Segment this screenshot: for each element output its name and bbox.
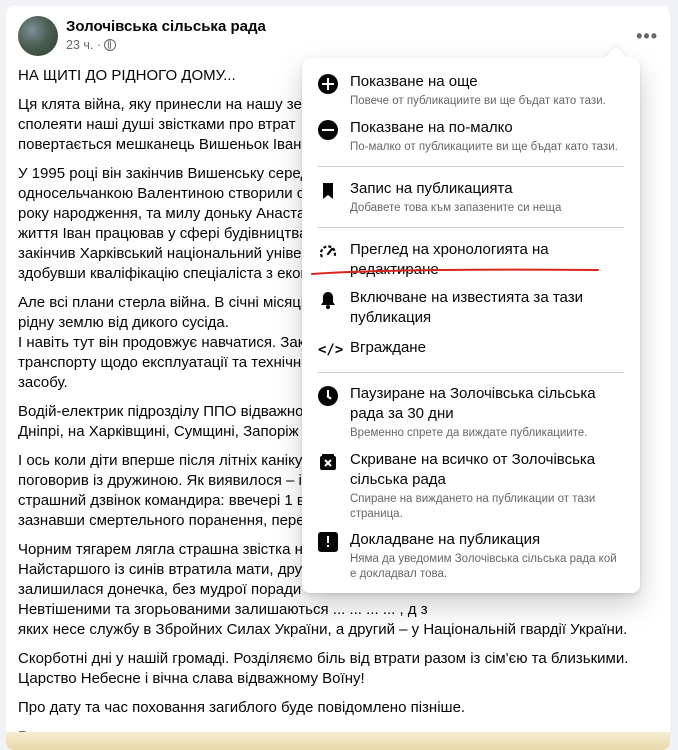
- menu-item-save-post[interactable]: Запис на публикацията Добавете това към …: [310, 179, 632, 216]
- menu-item-subtitle: Временно спрете да виждате публикациите.: [350, 427, 588, 439]
- plus-circle-icon: [318, 74, 338, 94]
- menu-divider: [318, 227, 624, 228]
- menu-divider: [318, 166, 624, 167]
- menu-item-subtitle: По-малко от публикациите ви ще бъдат кат…: [350, 141, 618, 153]
- menu-item-report[interactable]: Докладване на публикация Няма да уведоми…: [310, 530, 632, 582]
- post-header: Золочівська сільська рада 23 ч. · •••: [18, 16, 658, 60]
- bookmark-icon: [318, 181, 338, 201]
- post-author[interactable]: Золочівська сільська рада: [66, 18, 266, 35]
- post-time[interactable]: 23 ч. ·: [66, 38, 101, 52]
- menu-item-show-less[interactable]: Показване на по-малко По-малко от публик…: [310, 118, 632, 155]
- code-icon: </>: [318, 342, 344, 358]
- menu-item-hide-all[interactable]: Скриване на всичко от Золочівська сільсь…: [310, 450, 632, 522]
- bell-icon: [318, 290, 338, 310]
- menu-item-title: Докладване на публикация: [350, 531, 541, 548]
- minus-circle-icon: [318, 120, 338, 140]
- menu-item-subtitle: Няма да уведомим Золочівська сільська ра…: [350, 553, 617, 580]
- post-paragraph: Про дату та час поховання загиблого буде…: [18, 699, 466, 716]
- menu-item-title: Показване на още: [350, 73, 478, 90]
- menu-item-notifications[interactable]: Включване на известията за тази публикац…: [310, 288, 632, 328]
- hide-all-icon: [318, 452, 338, 472]
- menu-item-show-more[interactable]: Показване на още Повече от публикациите …: [310, 72, 632, 109]
- menu-item-subtitle: Добавете това към запазените си неща: [350, 202, 562, 214]
- post-image-preview[interactable]: [6, 732, 670, 750]
- menu-item-title: Паузиране на Золочівська сільська рада з…: [350, 385, 596, 422]
- menu-item-snooze[interactable]: Паузиране на Золочівська сільська рада з…: [310, 384, 632, 441]
- menu-item-subtitle: Спиране на виждането на публикации от та…: [350, 493, 596, 520]
- menu-item-embed[interactable]: </> Вграждане: [310, 338, 632, 360]
- menu-divider: [318, 372, 624, 373]
- clock-icon: [318, 386, 338, 406]
- post-options-menu: Показване на още Повече от публикациите …: [302, 58, 640, 593]
- report-icon: [318, 532, 338, 552]
- menu-item-subtitle: Повече от публикациите ви ще бъдат като …: [350, 95, 606, 107]
- menu-item-title: Скриване на всичко от Золочівська сільсь…: [350, 451, 596, 488]
- globe-icon: [104, 39, 116, 51]
- page-avatar[interactable]: [18, 16, 58, 56]
- menu-item-title: Вграждане: [350, 339, 426, 356]
- post-meta: 23 ч. ·: [66, 38, 116, 52]
- menu-item-title: Запис на публикацията: [350, 180, 513, 197]
- menu-item-title: Показване на по-малко: [350, 119, 513, 136]
- red-annotation-underline: [311, 268, 599, 275]
- more-options-button[interactable]: •••: [636, 26, 658, 47]
- post-paragraph: Скорботні дні у нашій громаді. Розділяєм…: [18, 650, 629, 687]
- edit-history-icon: [318, 242, 338, 262]
- menu-item-title: Включване на известията за тази публикац…: [350, 289, 583, 326]
